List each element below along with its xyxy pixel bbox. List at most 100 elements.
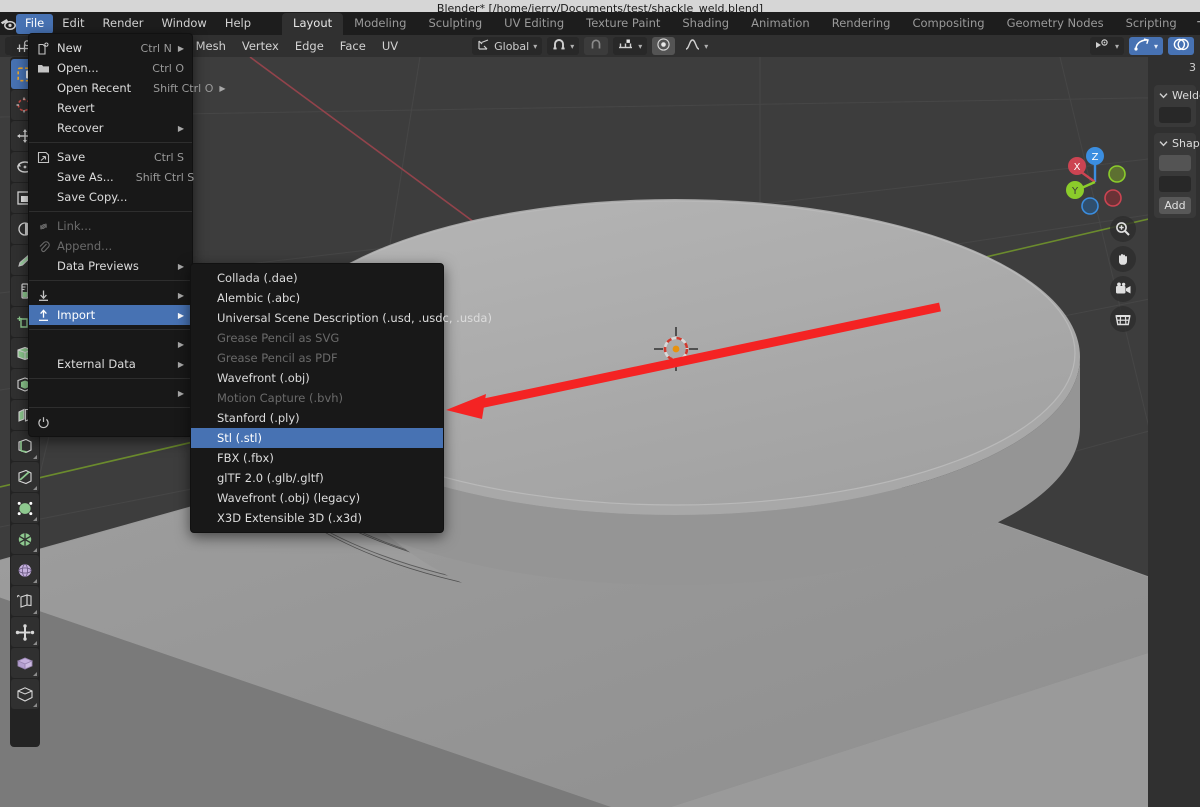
tool-shrink-fatten[interactable]	[11, 648, 39, 678]
panel-section-welder-header[interactable]: Welder	[1159, 89, 1200, 102]
workspace-tab-sculpting[interactable]: Sculpting	[417, 13, 493, 35]
scene-statistics: 3	[1189, 61, 1196, 74]
file-menu-item-export[interactable]: Import ▶	[29, 305, 192, 325]
tool-poly-build[interactable]	[11, 493, 39, 523]
proportional-falloff-selector[interactable]: ▾	[680, 37, 714, 55]
gizmo-axis-neg-x[interactable]	[1104, 189, 1122, 207]
chevron-down-icon: ▾	[1114, 41, 1119, 51]
navigation-gizmo[interactable]: Z X Y	[1055, 142, 1135, 222]
menu-separator	[29, 407, 192, 408]
window-title: Blender* [/home/jerry/Documents/test/sha…	[436, 2, 764, 12]
workspace-tab-geometry-nodes[interactable]: Geometry Nodes	[996, 13, 1115, 35]
export-item-fbx[interactable]: FBX (.fbx)	[191, 448, 443, 468]
submenu-arrow-icon: ▶	[177, 310, 184, 320]
export-item-grease-pencil-pdf: Grease Pencil as PDF	[217, 351, 338, 365]
export-item-stanford-ply[interactable]: Stanford (.ply)	[191, 408, 443, 428]
panel-section-shape-header[interactable]: Shape	[1159, 137, 1200, 150]
tool-edge-slide[interactable]	[11, 679, 39, 709]
zoom-icon[interactable]	[1110, 216, 1136, 242]
file-menu-item-save-as[interactable]: Save As... Shift Ctrl S	[29, 167, 194, 187]
viewport-menu-uv[interactable]: UV	[374, 37, 406, 56]
menu-file[interactable]: File	[16, 13, 54, 34]
menu-help[interactable]: Help	[216, 14, 260, 34]
add-workspace-button[interactable]: +	[1188, 14, 1200, 33]
file-menu-dropdown[interactable]: New Ctrl N ▶ Open... Ctrl O Open Recent …	[28, 33, 226, 437]
file-menu-item-clean-up[interactable]: External Data ▶	[29, 354, 192, 374]
snap-selector[interactable]: ▾	[547, 37, 580, 55]
file-menu-item-open[interactable]: Open... Ctrl O	[29, 58, 192, 78]
file-menu-item-open-recent[interactable]: Open Recent Shift Ctrl O ▶	[29, 78, 226, 98]
viewport-menu-face[interactable]: Face	[332, 37, 374, 56]
file-menu-item-quit[interactable]	[29, 412, 192, 432]
tool-rip-region[interactable]	[11, 617, 39, 647]
menu-edit[interactable]: Edit	[53, 14, 93, 34]
workspace-tab-modeling[interactable]: Modeling	[343, 13, 417, 35]
file-menu-item-recover[interactable]: Recover ▶	[29, 118, 192, 138]
submenu-arrow-icon: ▶	[177, 43, 184, 53]
viewport-menu-edge[interactable]: Edge	[287, 37, 332, 56]
export-item-stl[interactable]: Stl (.stl)	[191, 428, 443, 448]
tool-knife[interactable]	[11, 462, 39, 492]
gizmo-axis-neg-y[interactable]	[1108, 165, 1126, 183]
shape-field-1[interactable]	[1159, 155, 1191, 171]
pan-hand-icon[interactable]	[1110, 246, 1136, 272]
gizmo-axis-neg-z[interactable]	[1081, 197, 1099, 215]
proportional-editing-toggle[interactable]	[652, 37, 676, 55]
workspace-tab-animation[interactable]: Animation	[740, 13, 821, 35]
blender-logo-icon[interactable]	[0, 17, 16, 30]
chevron-down-icon	[1159, 89, 1168, 102]
workspace-tab-scripting[interactable]: Scripting	[1115, 13, 1188, 35]
export-item-wavefront-obj-legacy[interactable]: Wavefront (.obj) (legacy)	[191, 488, 443, 508]
file-menu-item-clean-up-label: External Data	[57, 357, 136, 371]
shape-add-button[interactable]: Add	[1159, 197, 1191, 214]
orientation-icon	[477, 38, 490, 54]
overlays-toggle[interactable]	[1168, 37, 1194, 55]
shape-field-2[interactable]	[1159, 176, 1191, 192]
file-menu-item-link: Link...	[29, 216, 192, 236]
gizmo-toggle[interactable]: ▾	[1128, 37, 1163, 55]
file-menu-item-save-copy[interactable]: Save Copy...	[29, 187, 192, 207]
transform-orientation-selector[interactable]: Global ▾	[472, 37, 543, 55]
viewport-menu-vertex[interactable]: Vertex	[234, 37, 287, 56]
file-menu-item-save-shortcut: Ctrl S	[153, 150, 184, 164]
workspace-tab-uv-editing[interactable]: UV Editing	[493, 13, 575, 35]
tool-shear[interactable]	[11, 586, 39, 616]
panel-section-shape[interactable]: Shape Add	[1154, 133, 1200, 218]
menu-render[interactable]: Render	[94, 14, 153, 34]
export-item-usd[interactable]: Universal Scene Description (.usd, .usdc…	[191, 308, 492, 328]
file-menu-item-import[interactable]: ▶	[29, 285, 192, 305]
file-menu-item-defaults[interactable]: ▶	[29, 383, 192, 403]
file-menu-item-append-label: Append...	[57, 239, 113, 253]
workspace-tab-rendering[interactable]: Rendering	[821, 13, 902, 35]
welder-field[interactable]	[1159, 107, 1191, 123]
snap-toggle[interactable]	[584, 37, 609, 55]
file-menu-item-data-previews[interactable]: Data Previews ▶	[29, 256, 192, 276]
visibility-selector[interactable]: ▾	[1089, 37, 1124, 55]
export-submenu[interactable]: Collada (.dae) Alembic (.abc) Universal …	[190, 263, 492, 533]
viewport-menu-mesh[interactable]: Mesh	[188, 37, 234, 56]
toggle-ortho-icon[interactable]	[1110, 306, 1136, 332]
export-item-collada[interactable]: Collada (.dae)	[191, 268, 443, 288]
export-item-wavefront-obj[interactable]: Wavefront (.obj)	[191, 368, 443, 388]
file-menu-item-link-label: Link...	[57, 219, 92, 233]
workspace-tab-shading[interactable]: Shading	[671, 13, 740, 35]
workspace-tab-texture-paint[interactable]: Texture Paint	[575, 13, 671, 35]
file-menu-item-external-data[interactable]: ▶	[29, 334, 192, 354]
file-menu-item-save[interactable]: Save Ctrl S	[29, 147, 192, 167]
file-menu-item-new-shortcut: Ctrl N	[140, 41, 172, 55]
export-item-grease-pencil-svg: Grease Pencil as SVG	[217, 331, 340, 345]
camera-view-icon[interactable]	[1110, 276, 1136, 302]
menu-separator	[29, 378, 192, 379]
export-item-gltf[interactable]: glTF 2.0 (.glb/.gltf)	[191, 468, 443, 488]
export-item-alembic[interactable]: Alembic (.abc)	[191, 288, 443, 308]
file-menu-item-revert[interactable]: Revert	[29, 98, 192, 118]
file-menu-item-new[interactable]: New Ctrl N ▶	[29, 38, 192, 58]
export-item-x3d[interactable]: X3D Extensible 3D (.x3d)	[191, 508, 443, 528]
tool-spin[interactable]	[11, 524, 39, 554]
snap-target-selector[interactable]: ▾	[613, 37, 648, 55]
workspace-tab-compositing[interactable]: Compositing	[901, 13, 995, 35]
tool-smooth[interactable]	[11, 555, 39, 585]
panel-section-welder[interactable]: Welder	[1154, 85, 1200, 127]
workspace-tab-layout[interactable]: Layout	[282, 12, 344, 35]
menu-window[interactable]: Window	[152, 14, 215, 34]
